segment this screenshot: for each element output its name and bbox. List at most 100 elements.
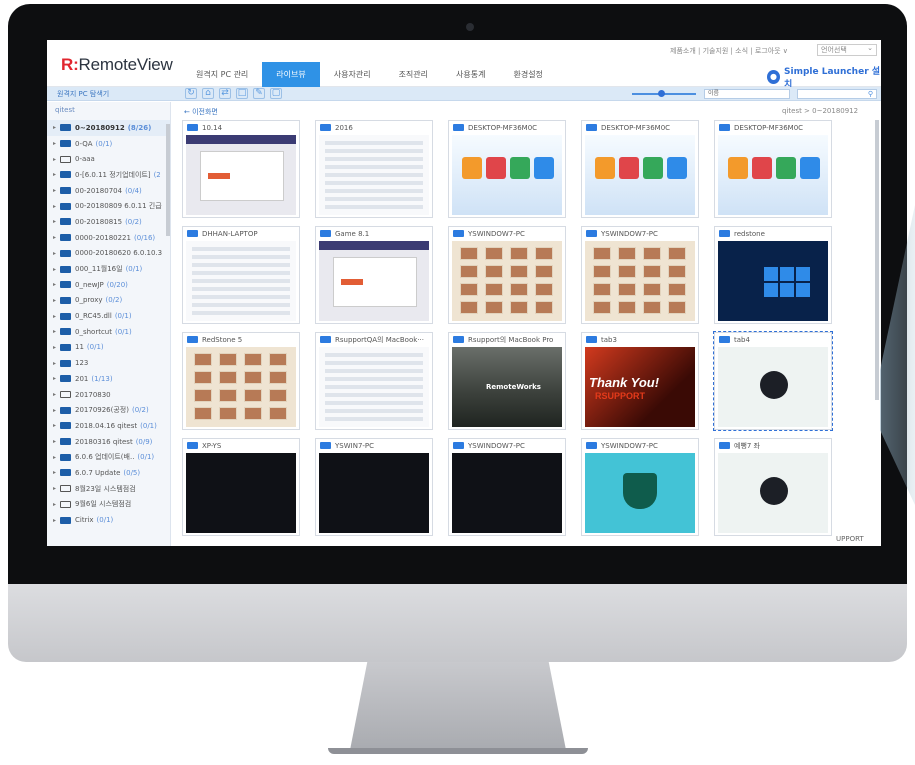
tree-item[interactable]: ▸ 00-20180704 (0/4) bbox=[47, 183, 170, 199]
menu-tab[interactable]: 환경설정 bbox=[499, 62, 556, 87]
expand-arrow-icon[interactable]: ▸ bbox=[53, 391, 60, 398]
tree-item[interactable]: ▸ 0_proxy (0/2) bbox=[47, 293, 170, 309]
expand-arrow-icon[interactable]: ▸ bbox=[53, 501, 60, 508]
menu-tab[interactable]: 라이브뷰 bbox=[262, 62, 320, 87]
pc-tile[interactable]: redstone bbox=[714, 226, 832, 324]
tree-item[interactable]: ▸ 0000-20180620 6.0.10.3 bbox=[47, 246, 170, 262]
zoom-slider[interactable] bbox=[632, 90, 696, 97]
pc-tile[interactable]: YSWIN7-PC bbox=[315, 438, 433, 536]
top-links[interactable]: 제품소개 | 기술지원 | 소식 | 로그아웃 ∨ bbox=[670, 46, 788, 56]
tree-item[interactable]: ▸ 00-20180815 (0/2) bbox=[47, 214, 170, 230]
menu-tab[interactable]: 사용자관리 bbox=[320, 62, 385, 87]
expand-arrow-icon[interactable]: ▸ bbox=[53, 250, 60, 257]
expand-arrow-icon[interactable]: ▸ bbox=[53, 375, 60, 382]
tree-item[interactable]: ▸ 0_shortcut (0/1) bbox=[47, 324, 170, 340]
expand-arrow-icon[interactable]: ▸ bbox=[53, 266, 60, 273]
screen-thumbnail[interactable] bbox=[452, 241, 562, 321]
sort-select[interactable]: 이름 bbox=[704, 89, 790, 99]
tree-item[interactable]: ▸ 0000-20180221 (0/16) bbox=[47, 230, 170, 246]
screen-thumbnail[interactable] bbox=[319, 241, 429, 321]
screen-thumbnail[interactable] bbox=[452, 453, 562, 533]
pc-tile[interactable]: RedStone 5 bbox=[182, 332, 300, 430]
expand-arrow-icon[interactable]: ▸ bbox=[53, 234, 60, 241]
pc-tile[interactable]: RsupportQA의 MacBook··· bbox=[315, 332, 433, 430]
tree-item[interactable]: ▸ 20170926(공정) (0/2) bbox=[47, 402, 170, 418]
screen-thumbnail[interactable] bbox=[319, 347, 429, 427]
transfer-icon[interactable]: ⇄ bbox=[219, 88, 231, 99]
expand-arrow-icon[interactable]: ▸ bbox=[53, 203, 60, 210]
menu-tab[interactable]: 조직관리 bbox=[385, 62, 442, 87]
edit-icon[interactable]: ✎ bbox=[253, 88, 265, 99]
tree-item[interactable]: ▸ 20170830 bbox=[47, 387, 170, 403]
tree-item[interactable]: ▸ 8월23일 시스템점검 bbox=[47, 481, 170, 497]
screen-thumbnail[interactable] bbox=[186, 135, 296, 215]
logo[interactable]: R:RemoteView bbox=[61, 55, 173, 75]
language-select[interactable]: 언어선택 bbox=[817, 43, 877, 56]
tree-item[interactable]: ▸ Citrix (0/1) bbox=[47, 512, 170, 528]
pc-tile[interactable]: tab4 bbox=[713, 331, 833, 431]
expand-arrow-icon[interactable]: ▸ bbox=[53, 218, 60, 225]
expand-arrow-icon[interactable]: ▸ bbox=[53, 469, 60, 476]
refresh-icon[interactable]: ↻ bbox=[185, 88, 197, 99]
pc-tile[interactable]: DESKTOP-MF36M0C bbox=[448, 120, 566, 218]
pc-tile[interactable]: Game 8.1 bbox=[315, 226, 433, 324]
pc-tile[interactable]: Rsupport의 MacBook Pro RemoteWorks bbox=[448, 332, 566, 430]
tree-item[interactable]: ▸ 0-[6.0.11 정기업데이트] (2 bbox=[47, 167, 170, 183]
pc-tile[interactable]: 예뻥7 좌 bbox=[714, 438, 832, 536]
screen-thumbnail[interactable] bbox=[319, 453, 429, 533]
tree-item[interactable]: ▸ 2018.04.16 qitest (0/1) bbox=[47, 418, 170, 434]
tree-item[interactable]: ▸ 6.0.6 업데이트(배.. (0/1) bbox=[47, 449, 170, 465]
expand-arrow-icon[interactable]: ▸ bbox=[53, 313, 60, 320]
screen-thumbnail[interactable] bbox=[585, 453, 695, 533]
screen-thumbnail[interactable] bbox=[186, 453, 296, 533]
pc-tile[interactable]: 2016 bbox=[315, 120, 433, 218]
expand-arrow-icon[interactable]: ▸ bbox=[53, 422, 60, 429]
expand-arrow-icon[interactable]: ▸ bbox=[53, 407, 60, 414]
tree-item[interactable]: ▸ 123 bbox=[47, 355, 170, 371]
pc-tile[interactable]: DESKTOP-MF36M0C bbox=[714, 120, 832, 218]
tree-item[interactable]: ▸ 00-20180809 6.0.11 긴급 bbox=[47, 198, 170, 214]
screen-thumbnail[interactable] bbox=[718, 135, 828, 215]
screen-thumbnail[interactable] bbox=[718, 241, 828, 321]
expand-arrow-icon[interactable]: ▸ bbox=[53, 454, 60, 461]
expand-arrow-icon[interactable]: ▸ bbox=[53, 187, 60, 194]
expand-arrow-icon[interactable]: ▸ bbox=[53, 517, 60, 524]
expand-arrow-icon[interactable]: ▸ bbox=[53, 297, 60, 304]
expand-arrow-icon[interactable]: ▸ bbox=[53, 281, 60, 288]
fullscreen-icon[interactable]: ▢ bbox=[270, 88, 282, 99]
home-icon[interactable]: ⌂ bbox=[202, 88, 214, 99]
expand-arrow-icon[interactable]: ▸ bbox=[53, 438, 60, 445]
screen-thumbnail[interactable]: RemoteWorks bbox=[452, 347, 562, 427]
tree-item[interactable]: ▸ 9월6일 시스템점검 bbox=[47, 497, 170, 513]
expand-arrow-icon[interactable]: ▸ bbox=[53, 360, 60, 367]
pc-tile[interactable]: 10.14 bbox=[182, 120, 300, 218]
screen-thumbnail[interactable] bbox=[585, 135, 695, 215]
pc-tile[interactable]: DHHAN-LAPTOP bbox=[182, 226, 300, 324]
tree-item[interactable]: ▸ 000_11월16일 (0/1) bbox=[47, 261, 170, 277]
screen-thumbnail[interactable] bbox=[718, 347, 828, 427]
tree-item[interactable]: ▸ 20180316 qitest (0/9) bbox=[47, 434, 170, 450]
sidebar-scrollbar[interactable] bbox=[166, 124, 170, 236]
slider-knob[interactable] bbox=[658, 90, 665, 97]
expand-arrow-icon[interactable]: ▸ bbox=[53, 156, 60, 163]
expand-arrow-icon[interactable]: ▸ bbox=[53, 140, 60, 147]
screen-thumbnail[interactable] bbox=[186, 241, 296, 321]
tree-item[interactable]: ▸ 6.0.7 Update (0/5) bbox=[47, 465, 170, 481]
pc-tile[interactable]: YSWINDOW7-PC bbox=[448, 438, 566, 536]
expand-arrow-icon[interactable]: ▸ bbox=[53, 485, 60, 492]
main-scrollbar[interactable] bbox=[875, 120, 879, 400]
pc-tile[interactable]: XP-YS bbox=[182, 438, 300, 536]
sidebar-root[interactable]: qitest bbox=[47, 102, 170, 120]
pc-tile[interactable]: tab3 Thank You! RSUPPORT bbox=[581, 332, 699, 430]
tree-item[interactable]: ▸ 201 (1/13) bbox=[47, 371, 170, 387]
search-input[interactable]: ⚲ bbox=[797, 89, 877, 99]
tree-item[interactable]: ▸ 0~20180912 (8/26) bbox=[47, 120, 170, 136]
screen-thumbnail[interactable] bbox=[319, 135, 429, 215]
tree-item[interactable]: ▸ 0_RC45.dll (0/1) bbox=[47, 308, 170, 324]
tree-item[interactable]: ▸ 11 (0/1) bbox=[47, 340, 170, 356]
menu-tab[interactable]: 원격지 PC 관리 bbox=[182, 62, 262, 87]
search-icon[interactable]: ⚲ bbox=[868, 90, 873, 98]
pc-tile[interactable]: YSWINDOW7-PC bbox=[581, 438, 699, 536]
pc-tile[interactable]: YSWINDOW7-PC bbox=[581, 226, 699, 324]
pc-tile[interactable]: DESKTOP-MF36M0C bbox=[581, 120, 699, 218]
